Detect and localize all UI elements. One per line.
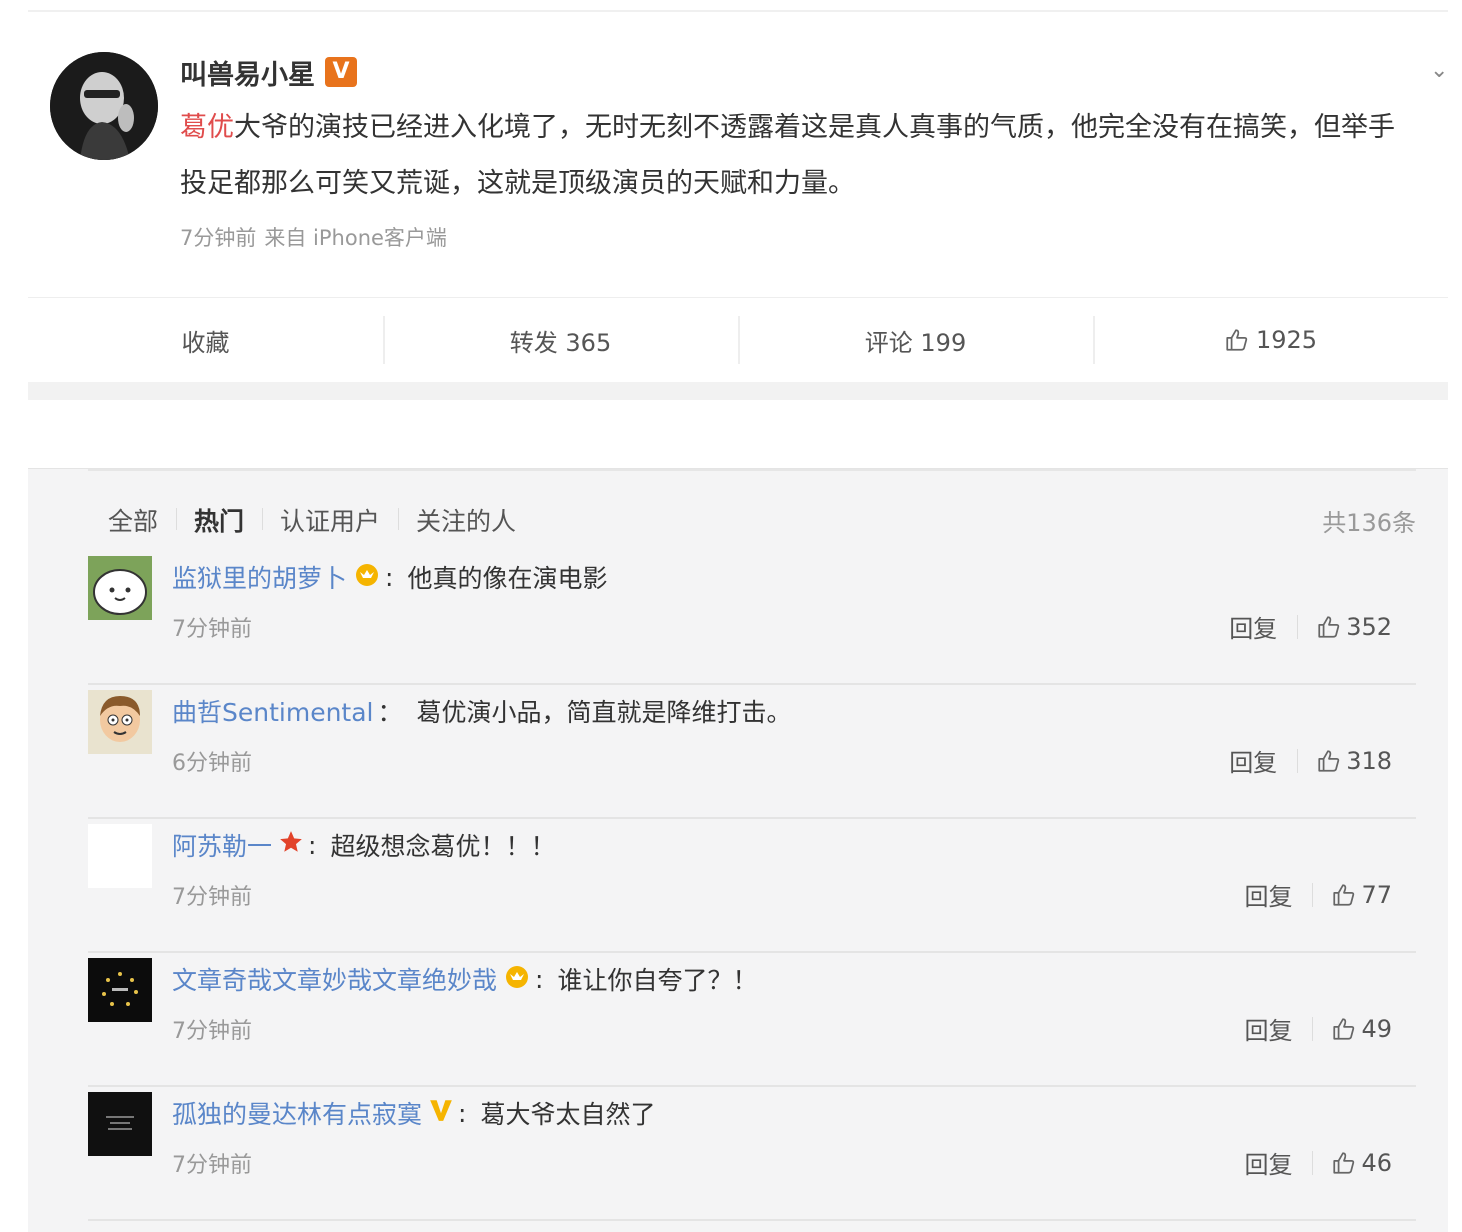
comment-actions: 回复 46 [1244, 1145, 1392, 1180]
repost-label: 转发 365 [509, 328, 612, 357]
comment-like-button[interactable]: 77 [1331, 881, 1392, 909]
comment-text: 他真的像在演电影 [407, 564, 608, 593]
comment-item: 监狱里的胡萝卜 : 他真的像在演电影 7分钟前 回复 352 [88, 551, 1416, 685]
comment-time: 7分钟前 [172, 617, 252, 642]
tab-hot[interactable]: 热门 [176, 502, 262, 538]
tab-following[interactable]: 关注的人 [398, 502, 534, 538]
comment-text: 葛大爷太自然了 [480, 1100, 656, 1129]
thumbs-up-icon [1333, 1017, 1355, 1040]
post-source: 来自 iPhone客户端 [264, 226, 447, 250]
thumbs-up-icon [1318, 749, 1340, 772]
commenter-name[interactable]: 孤独的曼达林有点寂寞 [172, 1095, 422, 1131]
thumbs-up-icon [1333, 1151, 1355, 1174]
comment-like-count: 318 [1346, 746, 1392, 775]
commenter-avatar[interactable] [88, 690, 152, 754]
comment-actions: 回复 318 [1229, 743, 1392, 778]
comment-like-count: 46 [1361, 1148, 1392, 1177]
comment-line: 孤独的曼达林有点寂寞 : 葛大爷太自然了 [172, 1095, 655, 1131]
commenter-avatar[interactable] [88, 556, 152, 620]
comment-item: 阿苏勒一 : 超级想念葛优！！！ 7分钟前 回复 77 [88, 819, 1416, 953]
comment-item: 孤独的曼达林有点寂寞 : 葛大爷太自然了 7分钟前 回复 46 [88, 1087, 1416, 1221]
comment-text: 葛优演小品，简直就是降维打击。 [416, 698, 792, 727]
like-button[interactable]: 1925 [1093, 298, 1448, 382]
commenter-avatar[interactable] [88, 958, 152, 1022]
commenter-name[interactable]: 监狱里的胡萝卜 [172, 559, 347, 595]
post-text: 葛优大爷的演技已经进入化境了，无时无刻不透露着这是真人真事的气质，他完全没有在搞… [180, 100, 1410, 212]
reply-button[interactable]: 回复 [1229, 743, 1297, 778]
commenter-avatar[interactable] [88, 824, 152, 888]
comment-text: 超级想念葛优！！！ [330, 832, 556, 861]
verified-v-icon: V [325, 57, 357, 87]
comment-actions: 回复 49 [1244, 1011, 1392, 1046]
thumbs-up-icon [1226, 329, 1248, 351]
comment-like-button[interactable]: 318 [1316, 747, 1392, 775]
comment-actions: 回复 352 [1229, 609, 1392, 644]
commenter-avatar[interactable] [88, 1092, 152, 1156]
reply-button[interactable]: 回复 [1244, 1011, 1312, 1046]
comment-time: 6分钟前 [172, 751, 252, 776]
comment-time: 7分钟前 [172, 1153, 252, 1178]
comment-item: 文章奇哉文章妙哉文章绝妙哉 : 谁让你自夸了？！ 7分钟前 回复 49 [88, 953, 1416, 1087]
post-action-bar: 收藏 转发 365 评论 199 1925 [28, 298, 1448, 382]
comment-line: 曲哲Sentimental ： 葛优演小品，简直就是降维打击。 [172, 693, 792, 729]
comment-time: 7分钟前 [172, 1019, 252, 1044]
mention-link[interactable]: 葛优 [180, 112, 234, 143]
crown-icon [353, 562, 381, 592]
tab-all[interactable]: 全部 [108, 502, 176, 538]
author-avatar[interactable] [50, 52, 158, 160]
comments-top-line [88, 469, 1416, 471]
comment-item: 曲哲Sentimental ： 葛优演小品，简直就是降维打击。 6分钟前 回复 … [88, 685, 1416, 819]
post-footer-shade [28, 382, 1448, 400]
thumbs-up-icon [1318, 615, 1340, 638]
yellow-v-icon [428, 1097, 454, 1129]
post-time[interactable]: 7分钟前 [180, 222, 256, 252]
commenter-name[interactable]: 阿苏勒一 [172, 827, 272, 863]
tab-verified-users[interactable]: 认证用户 [262, 502, 398, 538]
star-icon [278, 829, 304, 861]
post-body: 大爷的演技已经进入化境了，无时无刻不透露着这是真人真事的气质，他完全没有在搞笑，… [180, 112, 1395, 199]
comment-like-count: 49 [1361, 1014, 1392, 1043]
comment-line: 阿苏勒一 : 超级想念葛优！！！ [172, 827, 555, 863]
comment-like-button[interactable]: 49 [1331, 1015, 1392, 1043]
comment-actions: 回复 77 [1244, 877, 1392, 912]
author-name[interactable]: 叫兽易小星 [180, 53, 315, 92]
favorite-label: 收藏 [181, 328, 230, 357]
comment-total: 共136条 [1322, 509, 1416, 537]
comment-line: 文章奇哉文章妙哉文章绝妙哉 : 谁让你自夸了？！ [172, 961, 757, 997]
comment-like-button[interactable]: 46 [1331, 1149, 1392, 1177]
repost-button[interactable]: 转发 365 [383, 298, 738, 382]
comment-like-count: 352 [1346, 612, 1392, 641]
reply-button[interactable]: 回复 [1244, 1145, 1312, 1180]
comment-label: 评论 199 [864, 328, 967, 357]
like-count: 1925 [1255, 326, 1318, 354]
comments-section: 全部 热门 认证用户 关注的人 共136条 监狱里的胡萝卜 : 他真的像在演电影… [28, 468, 1448, 1232]
reply-button[interactable]: 回复 [1229, 609, 1297, 644]
commenter-name[interactable]: 文章奇哉文章妙哉文章绝妙哉 [172, 961, 497, 997]
favorite-button[interactable]: 收藏 [28, 298, 383, 382]
author-row: 叫兽易小星 V [180, 52, 357, 92]
comment-like-button[interactable]: 352 [1316, 613, 1392, 641]
comment-button[interactable]: 评论 199 [738, 298, 1093, 382]
reply-button[interactable]: 回复 [1244, 877, 1312, 912]
post-meta: 7分钟前 来自 iPhone客户端 [180, 222, 447, 252]
top-divider [28, 10, 1448, 12]
comment-filter-tabs: 全部 热门 认证用户 关注的人 [108, 503, 534, 537]
comment-like-count: 77 [1361, 880, 1392, 909]
comment-text: 谁让你自夸了？！ [557, 966, 758, 995]
commenter-name[interactable]: 曲哲Sentimental [172, 693, 374, 729]
chevron-down-icon[interactable]: ⌄ [1430, 58, 1448, 83]
comment-line: 监狱里的胡萝卜 : 他真的像在演电影 [172, 559, 607, 595]
crown-icon [503, 964, 531, 994]
comment-time: 7分钟前 [172, 885, 252, 910]
thumbs-up-icon [1333, 883, 1355, 906]
